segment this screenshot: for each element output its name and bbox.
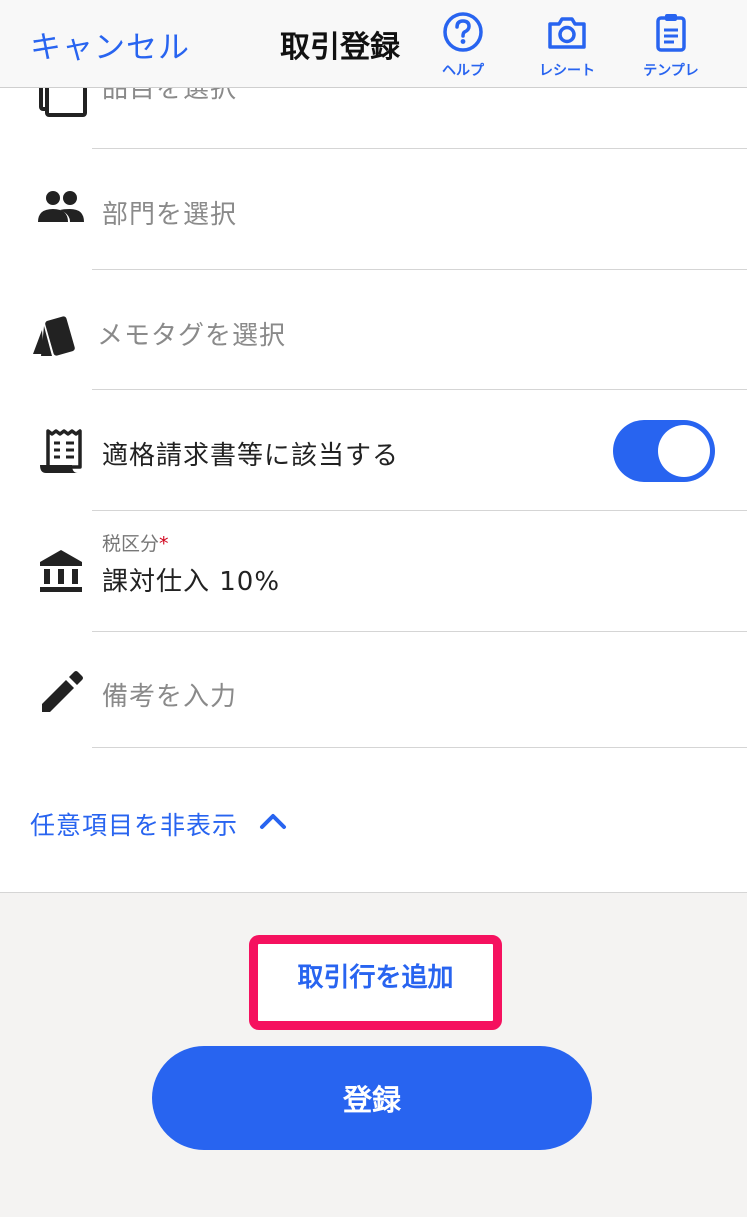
- help-button[interactable]: ヘルプ: [418, 10, 508, 80]
- submit-button[interactable]: 登録: [152, 1046, 592, 1150]
- add-line-highlight: 取引行を追加: [249, 935, 502, 1030]
- divider: [92, 747, 747, 748]
- item-select-placeholder: 品目を選択: [102, 88, 238, 104]
- form-content: 品目を選択 部門を選択 メモタグを選択 適格請求書等に該当する 税区分* 課対仕…: [0, 88, 747, 892]
- tax-category-label-text: 税区分: [102, 533, 160, 555]
- tax-category-row[interactable]: 税区分* 課対仕入 10%: [0, 511, 747, 631]
- template-button[interactable]: テンプレ: [626, 10, 716, 80]
- tax-category-value: 課対仕入 10%: [102, 567, 281, 597]
- bank-icon: [36, 547, 86, 597]
- header-bar: キャンセル 取引登録 ヘルプ レシート テンプレ: [0, 0, 747, 88]
- chevron-up-icon: [260, 814, 286, 829]
- required-mark: *: [159, 533, 169, 555]
- add-line-button[interactable]: 取引行を追加: [258, 944, 493, 1021]
- item-select-row[interactable]: 品目を選択: [0, 88, 747, 148]
- help-icon: [441, 10, 485, 58]
- help-caption: ヘルプ: [442, 63, 484, 79]
- cancel-button[interactable]: キャンセル: [30, 22, 190, 67]
- page-title: 取引登録: [280, 30, 400, 65]
- department-select-placeholder: 部門を選択: [102, 200, 238, 230]
- department-select-row[interactable]: 部門を選択: [0, 149, 747, 269]
- receipt-button[interactable]: レシート: [522, 10, 612, 80]
- receipt-icon: [36, 427, 86, 477]
- item-icon: [38, 88, 88, 118]
- remarks-input[interactable]: 備考を入力: [102, 676, 237, 713]
- hide-optional-label: 任意項目を非表示: [30, 811, 239, 840]
- qualified-invoice-label: 適格請求書等に該当する: [102, 441, 400, 471]
- receipt-caption: レシート: [539, 63, 595, 79]
- memo-tag-select-row[interactable]: メモタグを選択: [0, 270, 747, 390]
- people-icon: [36, 184, 86, 234]
- camera-icon: [545, 10, 589, 58]
- footer-panel: 取引行を追加 登録: [0, 892, 747, 1217]
- clipboard-icon: [649, 10, 693, 58]
- qualified-invoice-row: 適格請求書等に該当する: [0, 390, 747, 510]
- memo-tag-select-placeholder: メモタグを選択: [97, 321, 287, 351]
- qualified-invoice-toggle[interactable]: [613, 420, 715, 482]
- hide-optional-toggle[interactable]: 任意項目を非表示: [30, 806, 286, 842]
- template-caption: テンプレ: [643, 63, 699, 79]
- toggle-knob: [658, 425, 710, 477]
- tag-icon: [30, 312, 80, 362]
- remarks-row[interactable]: 備考を入力: [0, 632, 747, 747]
- tax-category-label: 税区分*: [102, 529, 169, 556]
- pencil-icon: [36, 666, 86, 716]
